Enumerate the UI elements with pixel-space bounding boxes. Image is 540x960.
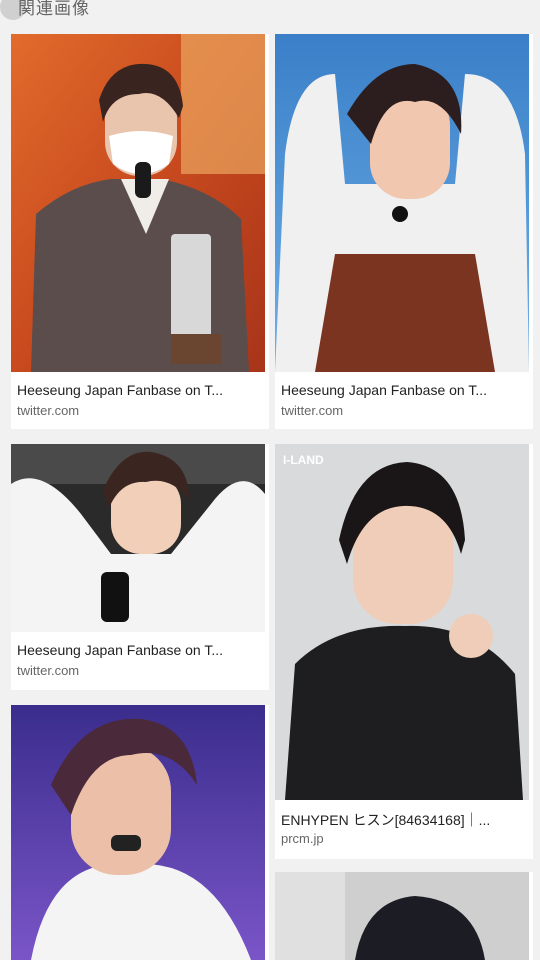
image-result-card[interactable] (275, 872, 533, 960)
image-result-card[interactable]: Heeseung Japan Fanbase on T... twitter.c… (11, 34, 269, 429)
result-source: twitter.com (281, 403, 344, 418)
result-thumbnail[interactable] (11, 34, 265, 372)
image-result-card[interactable]: Heeseung Japan Fanbase on T... twitter.c… (11, 444, 269, 690)
result-title[interactable]: ENHYPEN ヒスン[84634168]｜... (281, 810, 527, 830)
result-source: prcm.jp (281, 831, 324, 846)
result-thumbnail[interactable]: I-LAND (275, 444, 529, 800)
result-title[interactable]: Heeseung Japan Fanbase on T... (17, 642, 263, 658)
section-title: 関連画像 (18, 0, 90, 18)
related-images-header: 関連画像 (0, 0, 540, 24)
image-result-card[interactable]: I-LAND ENHYPEN ヒスン[84634168]｜... prcm.jp (275, 444, 533, 859)
result-source: twitter.com (17, 663, 80, 678)
image-result-card[interactable]: Heeseung Japan Fanbase on T... twitter.c… (275, 34, 533, 429)
result-source: twitter.com (17, 403, 80, 418)
result-title[interactable]: Heeseung Japan Fanbase on T... (17, 382, 263, 398)
iland-watermark: I-LAND (283, 453, 324, 467)
result-thumbnail[interactable] (275, 872, 529, 960)
result-thumbnail[interactable] (275, 34, 529, 372)
result-title[interactable]: Heeseung Japan Fanbase on T... (281, 382, 527, 398)
result-thumbnail[interactable] (11, 444, 265, 632)
result-thumbnail[interactable] (11, 705, 265, 960)
image-result-card[interactable] (11, 705, 269, 960)
